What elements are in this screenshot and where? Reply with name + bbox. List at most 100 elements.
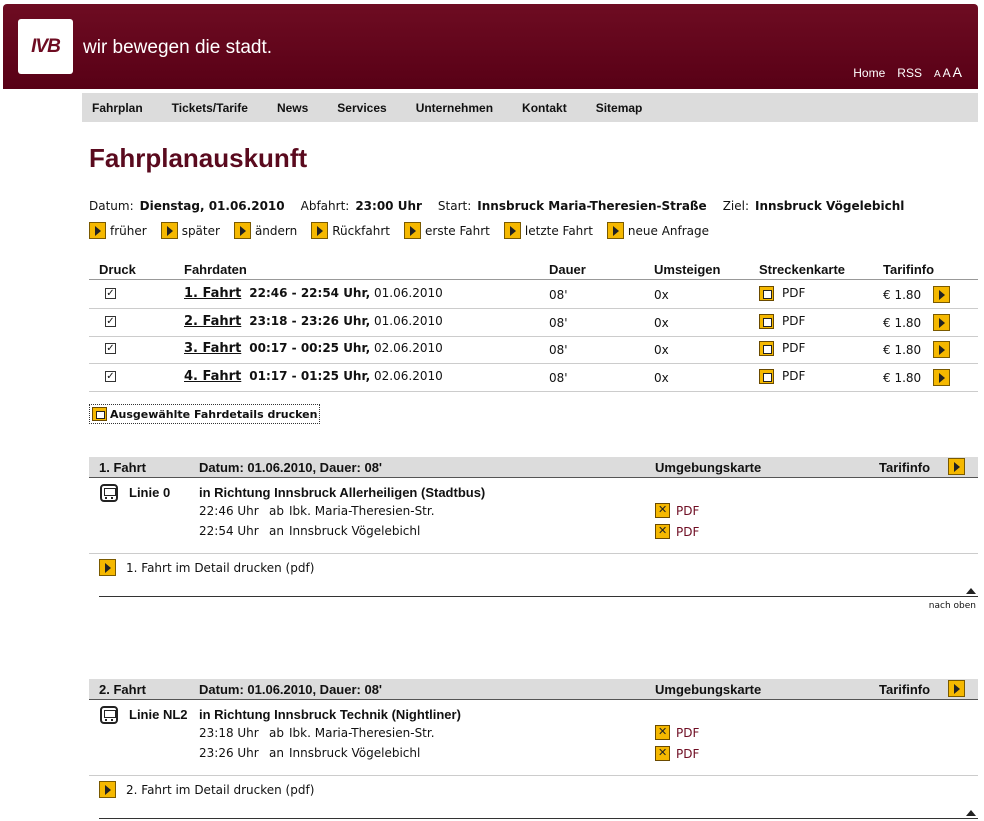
pdf-label: PDF (676, 746, 700, 761)
tarif-info-button[interactable] (933, 314, 950, 331)
fahrt-link[interactable]: 4. Fahrt (184, 369, 241, 384)
section-datum: Datum: 01.06.2010, Dauer: 08' (199, 460, 383, 475)
divider (99, 596, 978, 597)
detail-print-link[interactable]: 1. Fahrt im Detail drucken (pdf) (99, 559, 314, 576)
arrow-right-icon (160, 222, 178, 239)
print-selected-button[interactable]: Ausgewählte Fahrdetails drucken (89, 404, 321, 424)
detail-print-link[interactable]: 2. Fahrt im Detail drucken (pdf) (99, 781, 314, 798)
print-checkbox[interactable]: ✓ (105, 288, 116, 299)
page-title: Fahrplanauskunft (89, 143, 308, 173)
pdf-label: PDF (676, 503, 700, 518)
col-fahrdaten: Fahrdaten (184, 262, 247, 277)
tarif-info-button[interactable] (948, 680, 965, 697)
nav-tickets[interactable]: Tickets/Tarife (172, 101, 248, 115)
table-row: ✓ 3. Fahrt 00:17 - 00:25 Uhr, 02.06.2010 … (89, 336, 978, 364)
fahrt-date: 01.06.2010 (374, 314, 443, 328)
stop-time: 22:46 Uhr (199, 504, 259, 518)
font-medium-link[interactable]: A (943, 66, 951, 80)
font-large-link[interactable]: A (953, 64, 962, 80)
nav-fahrplan[interactable]: Fahrplan (92, 101, 143, 115)
nav-services[interactable]: Services (337, 101, 386, 115)
section-umgebungskarte: Umgebungskarte (655, 460, 762, 475)
ziel-value: Innsbruck Vögelebichl (755, 199, 905, 213)
main-nav: Fahrplan Tickets/Tarife News Services Un… (82, 93, 978, 122)
stop-time: 23:18 Uhr (199, 726, 259, 740)
umgebungskarte-link[interactable]: PDF (655, 725, 699, 740)
tarif-value: € 1.80 (883, 371, 922, 385)
print-checkbox[interactable]: ✓ (105, 371, 116, 382)
dauer-value: 08' (549, 371, 568, 385)
erste-fahrt-button[interactable]: erste Fahrt (404, 222, 490, 239)
home-link[interactable]: Home (853, 66, 885, 80)
ivb-logo[interactable]: IVB (18, 19, 73, 74)
fahrt-time: 01:17 - 01:25 Uhr, (249, 369, 371, 383)
stop-time: 22:54 Uhr (199, 524, 259, 538)
dauer-value: 08' (549, 316, 568, 330)
printer-icon (92, 407, 107, 421)
font-size-switcher: A A A (934, 64, 962, 80)
divider (99, 818, 978, 819)
stop-type: ab (269, 504, 284, 518)
streckenkarte-link[interactable]: PDF (759, 341, 805, 356)
nav-news[interactable]: News (277, 101, 308, 115)
results-table-header: Druck Fahrdaten Dauer Umsteigen Strecken… (89, 260, 978, 280)
spaeter-button[interactable]: später (160, 222, 220, 239)
umsteigen-value: 0x (654, 288, 669, 302)
fahrt-time: 22:46 - 22:54 Uhr, (249, 286, 371, 300)
linie-label: Linie NL2 (129, 707, 188, 722)
start-label: Start: (437, 199, 472, 213)
nav-kontakt[interactable]: Kontakt (522, 101, 567, 115)
aendern-button[interactable]: ändern (233, 222, 298, 239)
arrow-up-icon[interactable] (966, 810, 976, 816)
tarif-info-button[interactable] (948, 458, 965, 475)
tarif-info-button[interactable] (933, 286, 950, 303)
umgebungskarte-link[interactable]: PDF (655, 746, 699, 761)
tarif-info-button[interactable] (933, 369, 950, 386)
umsteigen-value: 0x (654, 371, 669, 385)
tarif-info-button[interactable] (933, 341, 950, 358)
fahrt-link[interactable]: 3. Fahrt (184, 341, 241, 356)
pdf-icon (759, 341, 774, 356)
nach-oben-link[interactable]: nach oben (929, 601, 976, 611)
fahrt-link[interactable]: 2. Fahrt (184, 314, 241, 329)
ziel-label: Ziel: (722, 199, 750, 213)
col-umsteigen: Umsteigen (654, 262, 721, 277)
umgebungskarte-link[interactable]: PDF (655, 524, 699, 539)
pdf-label: PDF (782, 314, 806, 328)
letzte-fahrt-button[interactable]: letzte Fahrt (503, 222, 593, 239)
nav-unternehmen[interactable]: Unternehmen (416, 101, 493, 115)
table-row: ✓ 2. Fahrt 23:18 - 23:26 Uhr, 01.06.2010 … (89, 309, 978, 337)
action-label: Rückfahrt (332, 223, 391, 238)
print-checkbox[interactable]: ✓ (105, 343, 116, 354)
streckenkarte-link[interactable]: PDF (759, 369, 805, 384)
rss-link[interactable]: RSS (897, 66, 922, 80)
streckenkarte-link[interactable]: PDF (759, 286, 805, 301)
print-checkbox[interactable]: ✓ (105, 316, 116, 327)
richtung-label: in Richtung Innsbruck Allerheiligen (Sta… (199, 485, 486, 500)
action-label: neue Anfrage (627, 223, 710, 238)
neue-anfrage-button[interactable]: neue Anfrage (606, 222, 710, 239)
pdf-label: PDF (782, 286, 806, 300)
col-streckenkarte: Streckenkarte (759, 262, 845, 277)
streckenkarte-link[interactable]: PDF (759, 314, 805, 329)
col-tarifinfo: Tarifinfo (883, 262, 935, 277)
pdf-label: PDF (676, 725, 700, 740)
section-tarifinfo: Tarifinfo (879, 682, 931, 697)
frueher-button[interactable]: früher (89, 222, 147, 239)
table-row: ✓ 1. Fahrt 22:46 - 22:54 Uhr, 01.06.2010 … (89, 281, 978, 309)
font-small-link[interactable]: A (934, 69, 941, 80)
nav-sitemap[interactable]: Sitemap (596, 101, 643, 115)
fahrt-date: 01.06.2010 (374, 286, 443, 300)
linie-label: Linie 0 (129, 485, 171, 500)
fahrt-time: 00:17 - 00:25 Uhr, (249, 341, 371, 355)
rueckfahrt-button[interactable]: Rückfahrt (311, 222, 390, 239)
arrow-up-icon[interactable] (966, 588, 976, 594)
section-tarifinfo: Tarifinfo (879, 460, 931, 475)
fahrt-link[interactable]: 1. Fahrt (184, 286, 241, 301)
richtung-label: in Richtung Innsbruck Technik (Nightline… (199, 707, 461, 722)
action-label: ändern (254, 223, 298, 238)
section-umgebungskarte: Umgebungskarte (655, 682, 762, 697)
umsteigen-value: 0x (654, 316, 669, 330)
table-row: ✓ 4. Fahrt 01:17 - 01:25 Uhr, 02.06.2010 … (89, 364, 978, 392)
umgebungskarte-link[interactable]: PDF (655, 503, 699, 518)
